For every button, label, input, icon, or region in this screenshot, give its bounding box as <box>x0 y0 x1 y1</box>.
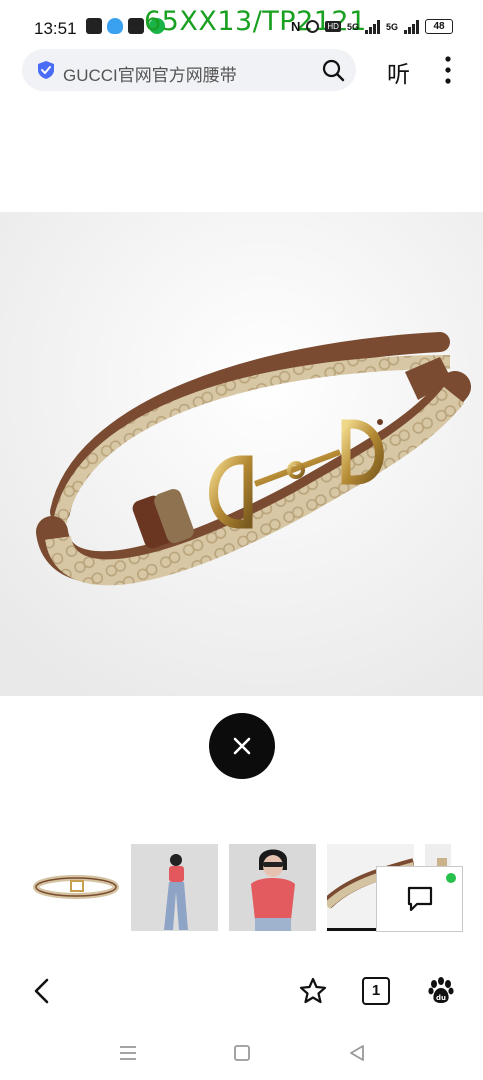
network-label-1: 5G <box>346 21 359 32</box>
tabs-button[interactable]: 1 <box>362 976 392 1006</box>
address-search-bar[interactable]: GUCCI官网官方网腰带 <box>22 49 356 91</box>
svg-text:du: du <box>436 994 446 1002</box>
system-status-icons: N HD 5G 5G 48 <box>291 19 453 34</box>
back-triangle-icon[interactable] <box>346 1042 368 1064</box>
nfc-icon: N <box>291 19 301 34</box>
browser-toolbar: 1 du <box>0 960 483 1022</box>
paw-icon[interactable]: du <box>426 976 456 1006</box>
home-square-icon[interactable] <box>231 1042 253 1064</box>
search-icon[interactable] <box>321 58 345 82</box>
close-preview-button[interactable] <box>209 713 275 779</box>
app-notification-icon <box>128 18 144 34</box>
hd-icon: HD <box>325 21 341 32</box>
signal-strength-2-icon <box>404 19 419 34</box>
thumbnail-model-closeup[interactable] <box>229 844 316 931</box>
tiktok-icon <box>86 18 102 34</box>
search-query-text[interactable]: GUCCI官网官方网腰带 <box>63 61 237 86</box>
signal-strength-1-icon <box>364 19 380 34</box>
thumbnail-model-jeans[interactable] <box>131 844 218 931</box>
system-nav-bar <box>0 1030 483 1080</box>
network-label-2: 5G <box>385 21 398 32</box>
status-bar: 13:51 65XX13/TP2121 N HD 5G 5G 48 <box>0 0 483 52</box>
close-icon <box>233 737 251 755</box>
thumbnail-belt[interactable] <box>33 844 120 931</box>
alarm-icon <box>306 20 320 33</box>
star-icon[interactable] <box>298 976 328 1006</box>
tabs-count: 1 <box>362 977 390 1005</box>
qq-icon <box>107 18 123 34</box>
feedback-status-dot <box>446 873 456 883</box>
product-image-belt[interactable] <box>0 212 483 696</box>
status-time: 13:51 <box>34 19 77 38</box>
battery-icon: 48 <box>425 19 453 34</box>
more-vertical-icon[interactable] <box>438 54 458 86</box>
feedback-button[interactable] <box>376 866 463 932</box>
chevron-left-icon[interactable] <box>28 976 58 1006</box>
shield-check-icon <box>38 61 54 79</box>
menu-icon[interactable] <box>117 1042 139 1064</box>
listen-button[interactable]: 听 <box>387 55 410 89</box>
